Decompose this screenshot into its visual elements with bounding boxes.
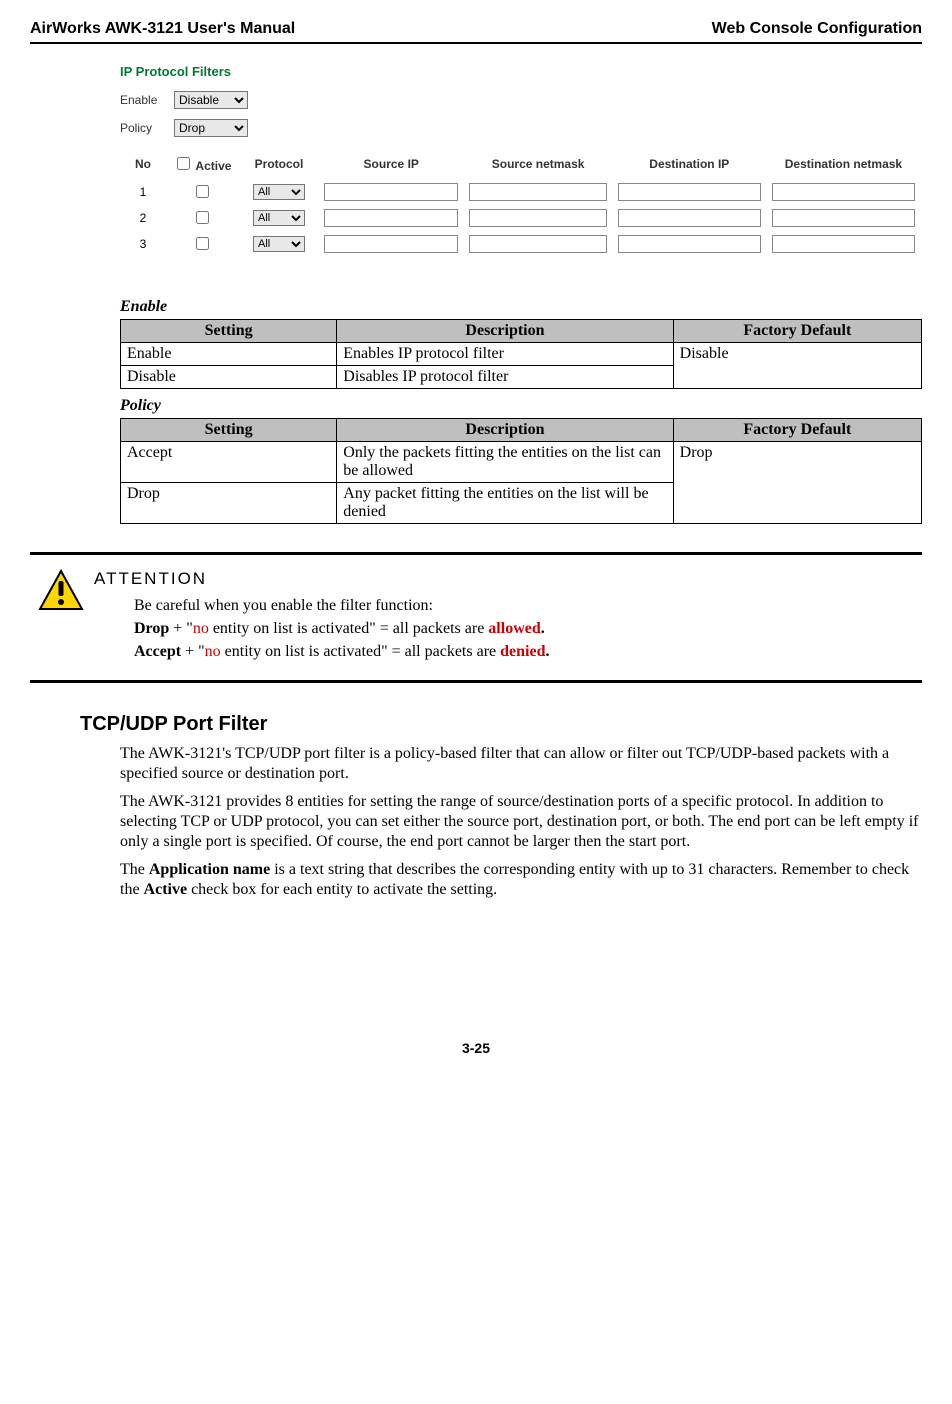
col-description: Description: [337, 320, 673, 343]
table-row: 1 All: [123, 180, 919, 203]
cell-desc: Only the packets fitting the entities on…: [337, 442, 673, 483]
col-description: Description: [337, 419, 673, 442]
policy-table: Setting Description Factory Default Acce…: [120, 418, 922, 524]
row-no: 3: [123, 232, 163, 255]
enable-heading: Enable: [120, 298, 922, 316]
attention-line2: Drop + "no entity on list is activated" …: [134, 620, 549, 638]
cell-setting: Enable: [121, 343, 337, 366]
cell-desc: Disables IP protocol filter: [337, 366, 673, 389]
table-row: 2 All: [123, 206, 919, 229]
attention-box: ATTENTION Be careful when you enable the…: [30, 552, 922, 683]
dst-nm-input[interactable]: [772, 209, 915, 227]
col-src-nm: Source netmask: [465, 150, 610, 177]
ip-filter-screenshot: IP Protocol Filters Enable Disable Polic…: [120, 64, 922, 258]
page-header: AirWorks AWK-3121 User's Manual Web Cons…: [30, 20, 922, 44]
col-protocol: Protocol: [241, 150, 317, 177]
src-ip-input[interactable]: [324, 209, 458, 227]
col-setting: Setting: [121, 320, 337, 343]
dst-nm-input[interactable]: [772, 235, 915, 253]
src-nm-input[interactable]: [469, 235, 606, 253]
enable-label: Enable: [120, 93, 174, 107]
policy-section: Policy Setting Description Factory Defau…: [120, 397, 922, 524]
enable-section: Enable Setting Description Factory Defau…: [120, 298, 922, 389]
tcpudp-para2: The AWK-3121 provides 8 entities for set…: [120, 792, 922, 852]
cell-setting: Disable: [121, 366, 337, 389]
tcpudp-para1: The AWK-3121's TCP/UDP port filter is a …: [120, 744, 922, 784]
attention-line3: Accept + "no entity on list is activated…: [134, 643, 549, 661]
col-active: Active: [166, 150, 238, 177]
enable-select[interactable]: Disable: [174, 91, 248, 109]
active-all-checkbox[interactable]: [177, 157, 190, 170]
protocol-select[interactable]: All: [253, 210, 305, 226]
cell-desc: Any packet fitting the entities on the l…: [337, 483, 673, 524]
filter-table: No Active Protocol Source IP Source netm…: [120, 147, 922, 258]
src-nm-input[interactable]: [469, 183, 606, 201]
col-default: Factory Default: [673, 320, 921, 343]
src-ip-input[interactable]: [324, 235, 458, 253]
active-checkbox[interactable]: [196, 211, 209, 224]
dst-ip-input[interactable]: [618, 183, 761, 201]
col-setting: Setting: [121, 419, 337, 442]
warning-icon: [38, 569, 84, 616]
src-ip-input[interactable]: [324, 183, 458, 201]
cell-setting: Drop: [121, 483, 337, 524]
col-dst-ip: Destination IP: [614, 150, 765, 177]
enable-table: Setting Description Factory Default Enab…: [120, 319, 922, 389]
policy-heading: Policy: [120, 397, 922, 415]
src-nm-input[interactable]: [469, 209, 606, 227]
col-src-ip: Source IP: [320, 150, 462, 177]
active-checkbox[interactable]: [196, 185, 209, 198]
table-row: 3 All: [123, 232, 919, 255]
col-dst-nm: Destination netmask: [768, 150, 919, 177]
cell-default: Drop: [673, 442, 921, 524]
protocol-select[interactable]: All: [253, 236, 305, 252]
cell-default: Disable: [673, 343, 921, 389]
tcpudp-para3: The Application name is a text string th…: [120, 860, 922, 900]
row-no: 2: [123, 206, 163, 229]
attention-line1: Be careful when you enable the filter fu…: [134, 597, 549, 615]
policy-select[interactable]: Drop: [174, 119, 248, 137]
active-checkbox[interactable]: [196, 237, 209, 250]
attention-content: ATTENTION Be careful when you enable the…: [94, 569, 549, 666]
protocol-select[interactable]: All: [253, 184, 305, 200]
policy-row: Policy Drop: [120, 119, 922, 137]
dst-nm-input[interactable]: [772, 183, 915, 201]
dst-ip-input[interactable]: [618, 235, 761, 253]
row-no: 1: [123, 180, 163, 203]
cell-setting: Accept: [121, 442, 337, 483]
cell-desc: Enables IP protocol filter: [337, 343, 673, 366]
tcpudp-heading: TCP/UDP Port Filter: [80, 713, 922, 736]
attention-title: ATTENTION: [94, 569, 549, 589]
col-default: Factory Default: [673, 419, 921, 442]
policy-label: Policy: [120, 121, 174, 135]
header-left: AirWorks AWK-3121 User's Manual: [30, 20, 295, 38]
header-right: Web Console Configuration: [712, 20, 922, 38]
panel-title: IP Protocol Filters: [120, 64, 922, 79]
page-number: 3-25: [30, 1040, 922, 1056]
dst-ip-input[interactable]: [618, 209, 761, 227]
enable-row: Enable Disable: [120, 91, 922, 109]
col-no: No: [123, 150, 163, 177]
